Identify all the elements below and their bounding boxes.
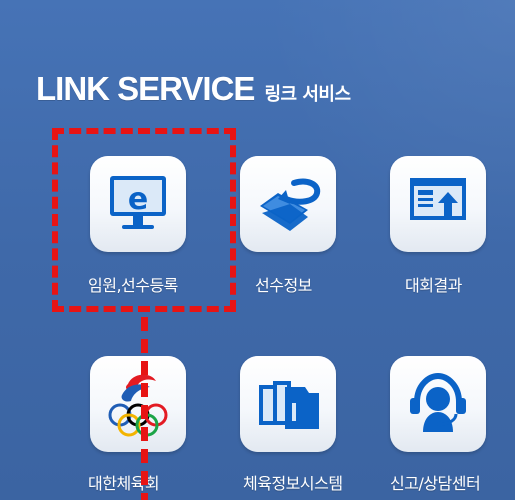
service-label-korea-sports-council[interactable]: 대한체육회 bbox=[88, 470, 160, 494]
service-label-sports-info-system[interactable]: 체육정보시스템 bbox=[243, 470, 343, 494]
service-tile-korea-sports-council[interactable] bbox=[90, 356, 186, 452]
service-tile-player-info[interactable] bbox=[240, 156, 336, 252]
link-service-panel: LINK SERVICE 링크 서비스 e 임원,선수등록 선수정보 대회결과 … bbox=[0, 0, 515, 500]
upload-window-icon bbox=[402, 168, 474, 240]
refresh-folder-icon bbox=[250, 166, 326, 242]
service-label-competition-results[interactable]: 대회결과 bbox=[405, 272, 462, 296]
section-title: LINK SERVICE 링크 서비스 bbox=[36, 70, 351, 108]
highlight-dashed-line bbox=[141, 317, 148, 500]
service-tile-competition-results[interactable] bbox=[390, 156, 486, 252]
service-tile-sports-info-system[interactable] bbox=[240, 356, 336, 452]
title-sub: 링크 서비스 bbox=[264, 84, 351, 105]
title-main: LINK SERVICE bbox=[36, 70, 255, 107]
olympic-rings-icon bbox=[98, 364, 178, 444]
headset-icon bbox=[402, 368, 474, 440]
service-label-report-counsel-center[interactable]: 신고/상담센터 bbox=[390, 470, 481, 494]
highlight-dashed-box bbox=[52, 128, 236, 312]
service-tile-report-counsel-center[interactable] bbox=[390, 356, 486, 452]
folders-icon bbox=[249, 365, 327, 443]
service-label-player-info[interactable]: 선수정보 bbox=[255, 272, 312, 296]
